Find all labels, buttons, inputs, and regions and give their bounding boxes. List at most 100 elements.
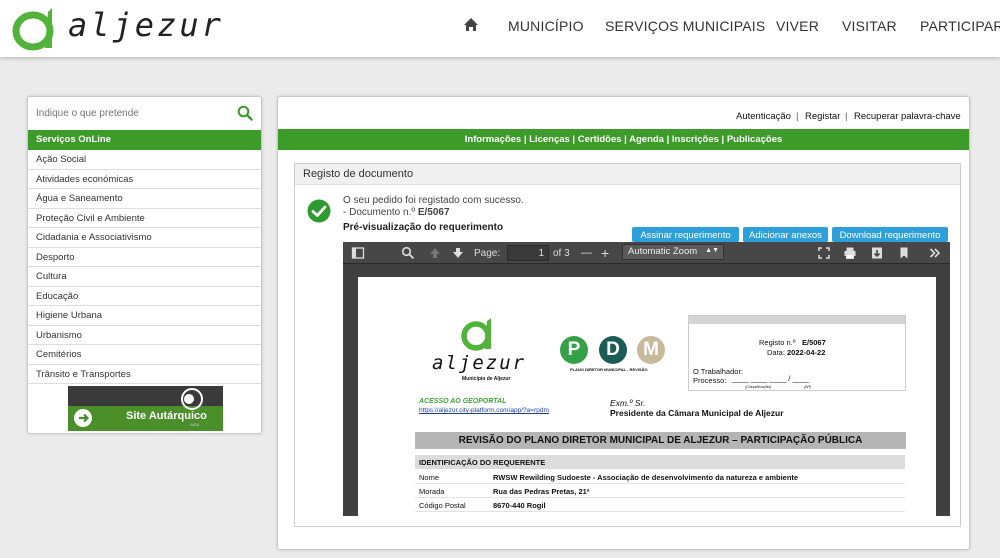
table-row: Código Postal 8670-440 Rogil [415, 498, 905, 512]
doc-logo-sub: Município de Aljezur [462, 376, 511, 382]
download-icon[interactable] [870, 246, 884, 260]
processo-caption-classificacao: (Classificação) [745, 384, 772, 389]
sidebar-item-desporto[interactable]: Desporto [28, 248, 261, 267]
next-page-icon[interactable] [451, 246, 465, 260]
row-label: Código Postal [419, 501, 466, 510]
sidebar-item-transito[interactable]: Trânsito e Transportes [28, 365, 261, 384]
nav-visitar[interactable]: VISITAR [842, 18, 897, 34]
exmo-label: Exm.º Sr. [610, 398, 646, 408]
row-value: RWSW Rewilding Sudoeste - Associação de … [493, 473, 799, 482]
sidebar-section-title: Serviços OnLine [28, 130, 261, 150]
zoom-in-button[interactable]: + [601, 245, 609, 261]
table-row: Morada Rua das Pedras Pretas, 21ª [415, 484, 905, 498]
doc-prefix: - Documento n.º [343, 207, 416, 218]
register-link[interactable]: Registar [805, 111, 840, 122]
data-label: Data: [767, 348, 785, 357]
sidebar-item-agua-saneamento[interactable]: Água e Saneamento [28, 189, 261, 209]
previous-page-icon[interactable] [428, 246, 442, 260]
sidebar-item-educacao[interactable]: Educação [28, 287, 261, 306]
add-attachments-button[interactable]: Adicionar anexos [743, 227, 828, 242]
sidebar-item-atividades-economicas[interactable]: Atividades económicas [28, 170, 261, 189]
row-value: 8670-440 Rogil [493, 501, 546, 510]
sidebar-toggle-icon[interactable] [351, 246, 365, 260]
pdm-letter-d: D [599, 336, 627, 364]
tools-menu-icon[interactable] [928, 246, 942, 260]
sidebar: Serviços OnLine Ação Social Atividades e… [27, 96, 262, 434]
services-bar[interactable]: Informações | Licenças | Certidões | Age… [278, 129, 969, 150]
recipient: Presidente da Câmara Municipal de Aljezu… [610, 408, 784, 418]
pdm-letter-m: M [637, 336, 665, 364]
zoom-select[interactable]: Automatic Zoom ▲▼ [622, 244, 724, 260]
document-main-title: REVISÃO DO PLANO DIRETOR MUNICIPAL DE AL… [415, 432, 906, 449]
registo-box-header [689, 316, 905, 324]
pdm-caption: PLANO DIRETOR MUNICIPAL - REVISÃO [570, 367, 648, 372]
doc-number: E/5067 [417, 207, 450, 218]
separator: | [796, 111, 799, 122]
success-message: O seu pedido foi registado com sucesso. [343, 195, 524, 206]
page-label: Page: [474, 248, 501, 259]
document-number-line: - Documento n.º E/5067 [343, 207, 450, 218]
page-number-input[interactable] [507, 245, 549, 261]
registo-box: Registo n.º E/5067 Data: 2022-04-22 O Tr… [688, 315, 906, 391]
login-link[interactable]: Autenticação [736, 111, 791, 122]
aljezur-logo[interactable]: aljezur [12, 4, 221, 52]
zoom-value: Automatic Zoom [628, 246, 698, 257]
pdf-toolbar: Page: of 3 — + Automatic Zoom ▲▼ [343, 242, 950, 264]
success-check-icon [307, 199, 331, 223]
site-autarquico-banner[interactable]: Site Autárquico WEB [68, 386, 223, 431]
panel-title: Registo de documento [295, 164, 960, 185]
sidebar-item-protecao-civil[interactable]: Proteção Civil e Ambiente [28, 209, 261, 228]
sign-request-button[interactable]: Assinar requerimento [632, 227, 739, 242]
print-icon[interactable] [843, 246, 857, 260]
nav-servicos-municipais[interactable]: SERVIÇOS MUNICIPAIS [605, 18, 765, 34]
row-label: Nome [419, 473, 440, 482]
pdm-letter-p: P [560, 336, 588, 364]
presentation-mode-icon[interactable] [817, 246, 831, 260]
pdf-viewer: Page: of 3 — + Automatic Zoom ▲▼ [343, 242, 950, 516]
geoportal-label: ACESSO AO GEOPORTAL [419, 398, 507, 405]
banner-sub: WEB [190, 422, 200, 427]
sidebar-item-cultura[interactable]: Cultura [28, 267, 261, 287]
registo-value: E/5067 [802, 338, 826, 347]
row-label: Morada [419, 487, 445, 496]
sidebar-item-cidadania[interactable]: Cidadania e Associativismo [28, 228, 261, 248]
logo-text: aljezur [68, 6, 224, 44]
banner-graphic-icon [68, 386, 223, 431]
download-request-button[interactable]: Download requerimento [832, 227, 948, 242]
home-icon[interactable] [463, 17, 479, 32]
chevron-down-icon: ▲▼ [705, 247, 719, 254]
search-icon[interactable] [237, 105, 253, 121]
separator: | [845, 111, 848, 122]
requerente-section-title: IDENTIFICAÇÃO DO REQUERENTE [415, 455, 905, 469]
find-icon[interactable] [401, 246, 415, 260]
site-header: aljezur MUNICÍPIO SERVIÇOS MUNICIPAIS VI… [0, 0, 1000, 57]
page-total: of 3 [553, 248, 570, 259]
processo-label: Processo: [693, 376, 727, 385]
preview-label: Pré-visualização do requerimento [343, 222, 504, 233]
processo-blanks: ____ ____ ____ / ____ [732, 374, 810, 383]
nav-participar[interactable]: PARTICIPAR [920, 18, 1000, 34]
registo-label: Registo n.º [759, 338, 796, 347]
data-value: 2022-04-22 [787, 348, 826, 357]
pdf-page: aljezur Município de Aljezur P D M PLANO… [358, 277, 936, 516]
zoom-out-button[interactable]: — [581, 247, 592, 259]
doc-logo-text: aljezur [432, 352, 527, 374]
sidebar-item-acao-social[interactable]: Ação Social [28, 150, 261, 170]
banner-label: Site Autárquico [126, 410, 207, 422]
search-input[interactable] [33, 103, 233, 123]
recover-password-link[interactable]: Recuperar palavra-chave [854, 111, 961, 122]
doc-aljezur-logo-icon [461, 318, 491, 351]
aljezur-logo-mark-icon [12, 8, 54, 51]
sidebar-item-cemiterios[interactable]: Cemitérios [28, 345, 261, 365]
row-value: Rua das Pedras Pretas, 21ª [493, 487, 590, 496]
processo-caption-numero: (Nº) [804, 384, 812, 389]
bookmark-icon[interactable] [897, 246, 911, 260]
geoportal-link[interactable]: https://aljezur.city-platform.com/app/?a… [419, 407, 549, 414]
nav-viver[interactable]: VIVER [776, 18, 819, 34]
sidebar-item-urbanismo[interactable]: Urbanismo [28, 326, 261, 345]
registo-panel: Registo de documento O seu pedido foi re… [294, 163, 961, 527]
sidebar-item-higiene-urbana[interactable]: Higiene Urbana [28, 306, 261, 326]
nav-municipio[interactable]: MUNICÍPIO [508, 18, 584, 34]
main-content: Autenticação | Registar | Recuperar pala… [277, 96, 970, 550]
table-row: Nome RWSW Rewilding Sudoeste - Associaçã… [415, 470, 905, 484]
